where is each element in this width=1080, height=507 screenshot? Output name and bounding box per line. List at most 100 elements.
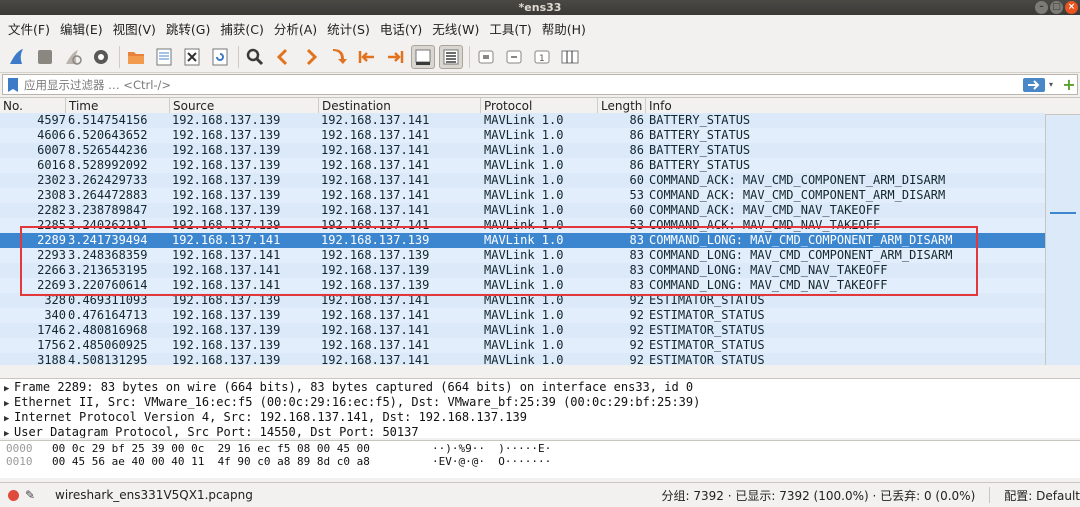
menu-item[interactable]: 工具(T) [485, 19, 535, 38]
bookmark-icon[interactable] [6, 77, 20, 93]
packet-time-cell: 8.526544236 [68, 143, 148, 157]
packet-no-cell: 2308 [37, 188, 66, 202]
normal-size-icon[interactable]: 1 [530, 45, 554, 69]
packet-no-cell: 2282 [37, 203, 66, 217]
menu-item[interactable]: 跳转(G) [162, 19, 214, 38]
close-icon[interactable]: × [1065, 1, 1078, 14]
ascii-bytes[interactable]: ·EV·@·@· O······· [432, 455, 551, 468]
packet-protocol-cell: MAVLink 1.0 [484, 203, 564, 217]
menu-item[interactable]: 电话(Y) [376, 19, 426, 38]
packet-row[interactable]: 2285 3.240262191 192.168.137.139 192.168.13… [0, 218, 1045, 233]
restart-fin-icon[interactable] [61, 45, 85, 69]
menu-item[interactable]: 无线(W) [428, 19, 483, 38]
packet-row[interactable]: 4606 6.520643652 192.168.137.139 192.168.13… [0, 128, 1045, 143]
hex-offset[interactable]: 0000 [6, 442, 33, 455]
packet-no-cell: 340 [44, 308, 66, 322]
packet-row[interactable]: 4597 6.514754156 192.168.137.139 192.168.13… [0, 113, 1045, 128]
maximize-icon[interactable]: □ [1050, 1, 1063, 14]
packet-no-cell: 1746 [37, 323, 66, 337]
packet-row[interactable]: 2302 3.262429733 192.168.137.139 192.168.13… [0, 173, 1045, 188]
packet-row[interactable]: 2269 3.220760614 192.168.137.141 192.168.13… [0, 278, 1045, 293]
packet-source-cell: 192.168.137.139 [172, 293, 281, 307]
svg-text:1: 1 [539, 54, 545, 64]
back-arrow-icon[interactable] [271, 45, 295, 69]
selected-packet-row[interactable]: 2289 3.241739494 192.168.137.141 192.168.13… [0, 233, 1045, 248]
open-folder-icon[interactable] [124, 45, 148, 69]
menu-item[interactable]: 文件(F) [4, 19, 54, 38]
packet-length-cell: 53 [629, 188, 644, 202]
apply-filter-icon[interactable] [1023, 77, 1045, 92]
hex-dump-row: 0000 00 0c 29 bf 25 39 00 0c 29 16 ec f5 … [0, 442, 1080, 455]
packet-time-cell: 2.480816968 [68, 323, 148, 337]
expand-arrow-icon[interactable]: ▶ [0, 427, 14, 438]
menu-item[interactable]: 帮助(H) [538, 19, 590, 38]
packet-row[interactable]: 2282 3.238789847 192.168.137.139 192.168.13… [0, 203, 1045, 218]
first-packet-icon[interactable] [355, 45, 379, 69]
detail-tree-row[interactable]: ▶ Internet Protocol Version 4, Src: 192.1… [0, 410, 1070, 425]
autoscroll-icon[interactable] [411, 44, 435, 69]
capture-comment-icon[interactable]: ✎ [25, 488, 39, 502]
add-filter-button-icon[interactable]: + [1061, 76, 1077, 93]
zoom-out-icon[interactable] [502, 45, 526, 69]
packet-list-minimap-scrollbar[interactable] [1045, 115, 1080, 365]
packet-no-cell: 1756 [37, 338, 66, 352]
find-magnifier-icon[interactable] [243, 45, 267, 69]
detail-text: Internet Protocol Version 4, Src: 192.16… [14, 410, 527, 424]
gear-options-icon[interactable] [89, 45, 113, 69]
packet-destination-cell: 192.168.137.139 [321, 278, 430, 292]
packet-protocol-cell: MAVLink 1.0 [484, 113, 564, 127]
hex-offset[interactable]: 0010 [6, 455, 33, 468]
shark-fin-start-icon[interactable] [5, 45, 29, 69]
goto-packet-icon[interactable] [327, 45, 351, 69]
zoom-in-icon[interactable] [474, 45, 498, 69]
display-filter-input[interactable] [20, 76, 1023, 93]
expert-info-icon[interactable] [8, 489, 19, 501]
toolbar-separator [469, 45, 470, 68]
packet-row[interactable]: 2308 3.264472883 192.168.137.139 192.168.13… [0, 188, 1045, 203]
ascii-bytes[interactable]: ··)·%9·· )·····E· [432, 442, 551, 455]
detail-tree-row[interactable]: ▶ User Datagram Protocol, Src Port: 14550… [0, 425, 1070, 438]
packet-row[interactable]: 6007 8.526544236 192.168.137.139 192.168.13… [0, 143, 1045, 158]
packet-row[interactable]: 340 0.476164713 192.168.137.139 192.168.137… [0, 308, 1045, 323]
packet-no-cell: 328 [44, 293, 66, 307]
menu-item[interactable]: 视图(V) [109, 19, 160, 38]
packet-row[interactable]: 1756 2.485060925 192.168.137.139 192.168.13… [0, 338, 1045, 353]
menu-item[interactable]: 编辑(E) [56, 19, 107, 38]
packet-protocol-cell: MAVLink 1.0 [484, 218, 564, 232]
packet-info-cell: BATTERY_STATUS [649, 128, 751, 142]
packet-protocol-cell: MAVLink 1.0 [484, 248, 564, 262]
packet-info-cell: COMMAND_ACK: MAV_CMD_NAV_TAKEOFF [649, 203, 881, 217]
packet-row[interactable]: 3188 4.508131295 192.168.137.139 192.168.13… [0, 353, 1045, 365]
close-file-icon[interactable] [180, 45, 204, 69]
last-packet-icon[interactable] [383, 45, 407, 69]
packet-time-cell: 3.262429733 [68, 173, 148, 187]
packet-info-cell: ESTIMATOR_STATUS [649, 338, 765, 352]
hex-bytes[interactable]: 00 0c 29 bf 25 39 00 0c 29 16 ec f5 08 0… [52, 442, 370, 455]
detail-tree-row[interactable]: ▶ Frame 2289: 83 bytes on wire (664 bits)… [0, 380, 1070, 395]
menu-item[interactable]: 捕获(C) [216, 19, 267, 38]
stop-square-icon[interactable] [33, 45, 57, 69]
colorize-icon[interactable] [439, 44, 463, 69]
menu-item[interactable]: 分析(A) [270, 19, 321, 38]
resize-columns-icon[interactable] [558, 45, 582, 69]
packet-row[interactable]: 2266 3.213653195 192.168.137.141 192.168.13… [0, 263, 1045, 278]
packet-row[interactable]: 6016 8.528992092 192.168.137.139 192.168.13… [0, 158, 1045, 173]
packet-no-cell: 2293 [37, 248, 66, 262]
packet-row[interactable]: 2293 3.248368359 192.168.137.141 192.168.13… [0, 248, 1045, 263]
minimize-icon[interactable]: – [1035, 1, 1048, 14]
title-bar: *ens33 – □ × [0, 0, 1080, 15]
hex-bytes[interactable]: 00 45 56 ae 40 00 40 11 4f 90 c0 a8 89 8… [52, 455, 370, 468]
packet-row[interactable]: 328 0.469311093 192.168.137.139 192.168.137… [0, 293, 1045, 308]
reload-icon[interactable] [208, 45, 232, 69]
packet-row[interactable]: 1746 2.480816968 192.168.137.139 192.168.13… [0, 323, 1045, 338]
packet-destination-cell: 192.168.137.141 [321, 173, 430, 187]
detail-tree-row[interactable]: ▶ Ethernet II, Src: VMware_16:ec:f5 (00:0… [0, 395, 1070, 410]
profile-label[interactable]: 配置: Default [1004, 487, 1080, 504]
packet-protocol-cell: MAVLink 1.0 [484, 293, 564, 307]
packet-no-cell: 2289 [37, 233, 66, 247]
packet-length-cell: 83 [629, 233, 644, 247]
filter-dropdown-icon[interactable]: ▾ [1049, 80, 1059, 89]
save-file-icon[interactable] [152, 45, 176, 69]
forward-arrow-icon[interactable] [299, 45, 323, 69]
menu-item[interactable]: 统计(S) [323, 19, 374, 38]
